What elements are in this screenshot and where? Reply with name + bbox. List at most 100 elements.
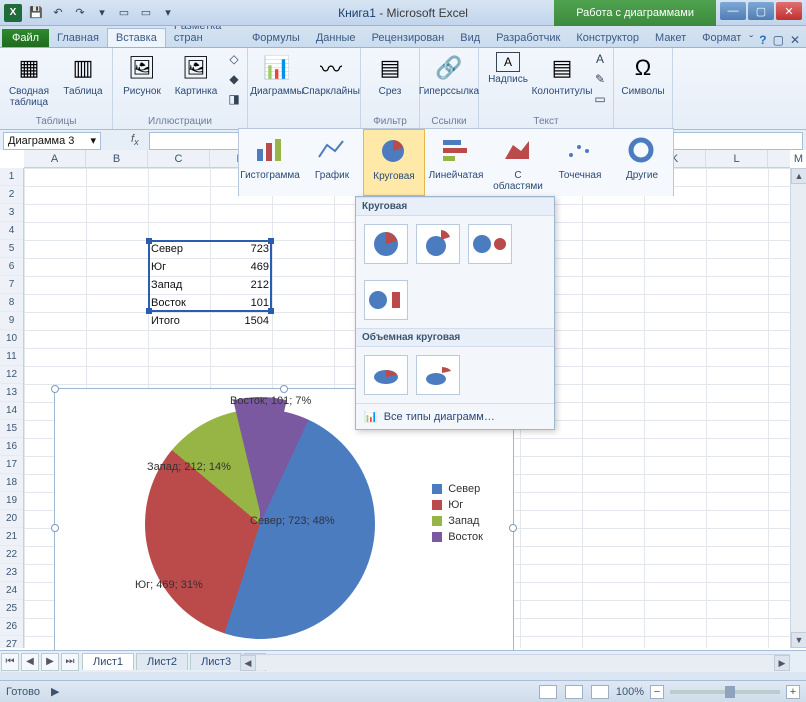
row-header-10[interactable]: 10: [0, 330, 23, 348]
bar-of-pie[interactable]: [364, 280, 408, 320]
tab-data[interactable]: Данные: [308, 29, 364, 47]
macro-record-icon[interactable]: ▶: [51, 686, 59, 698]
row-header-19[interactable]: 19: [0, 492, 23, 510]
shapes-icon[interactable]: ◇: [225, 50, 243, 68]
row-header-15[interactable]: 15: [0, 420, 23, 438]
view-normal-button[interactable]: [539, 685, 557, 699]
sheet-nav-last[interactable]: ⏭: [61, 653, 79, 671]
chart-handle[interactable]: [280, 385, 288, 393]
qat-btn-1[interactable]: ▭: [116, 5, 132, 21]
charttype-pie[interactable]: Круговая: [363, 129, 425, 196]
sheet-tab-3[interactable]: Лист3: [190, 653, 242, 670]
wordart-icon[interactable]: A: [591, 50, 609, 68]
sheet-nav-next[interactable]: ▶: [41, 653, 59, 671]
row-header-13[interactable]: 13: [0, 384, 23, 402]
pie-3d-1[interactable]: [364, 355, 408, 395]
fx-icon[interactable]: fx: [131, 133, 139, 147]
excel-icon[interactable]: X: [4, 4, 22, 22]
row-header-25[interactable]: 25: [0, 600, 23, 618]
view-pagelayout-button[interactable]: [565, 685, 583, 699]
pivot-table-button[interactable]: ▦ Сводная таблица: [4, 50, 54, 108]
row-header-2[interactable]: 2: [0, 186, 23, 204]
scroll-up-icon[interactable]: ▲: [791, 168, 806, 184]
pie-2d-exploded[interactable]: [416, 224, 460, 264]
charttype-bar[interactable]: Линейчатая: [425, 129, 487, 196]
pie-2d-1[interactable]: [364, 224, 408, 264]
row-header-22[interactable]: 22: [0, 546, 23, 564]
charttype-column[interactable]: Гистограмма: [239, 129, 301, 196]
row-header-26[interactable]: 26: [0, 618, 23, 636]
scroll-left-icon[interactable]: ◀: [240, 655, 256, 671]
row-header-14[interactable]: 14: [0, 402, 23, 420]
minimize-button[interactable]: —: [720, 2, 746, 20]
col-header-A[interactable]: A: [24, 150, 86, 167]
col-header-C[interactable]: C: [148, 150, 210, 167]
tab-insert[interactable]: Вставка: [107, 28, 166, 47]
minimize-ribbon-icon[interactable]: ˇ: [749, 33, 753, 47]
close-workbook-icon[interactable]: ✕: [790, 33, 800, 47]
row-header-24[interactable]: 24: [0, 582, 23, 600]
embedded-pie-chart[interactable]: Восток; 101; 7% Север; 723; 48% Юг; 469;…: [54, 388, 514, 668]
maximize-button[interactable]: ▢: [748, 2, 774, 20]
sparklines-button[interactable]: 〰 Спарклайны: [306, 50, 356, 97]
table-button[interactable]: ▥ Таблица: [58, 50, 108, 108]
slicer-button[interactable]: ▤ Срез: [365, 50, 415, 97]
chart-handle[interactable]: [51, 385, 59, 393]
vertical-scrollbar[interactable]: ▲ ▼: [790, 168, 806, 648]
charts-button[interactable]: 📊 Диаграммы: [252, 50, 302, 97]
tab-format[interactable]: Формат: [694, 29, 749, 47]
cell-C9[interactable]: Итого: [148, 312, 210, 330]
charttype-line[interactable]: График: [301, 129, 363, 196]
name-box[interactable]: Диаграмма 3 ▾: [3, 132, 101, 150]
clipart-button[interactable]: 🖼 Картинка: [171, 50, 221, 108]
smartart-icon[interactable]: ◆: [225, 70, 243, 88]
row-header-20[interactable]: 20: [0, 510, 23, 528]
sheet-tab-2[interactable]: Лист2: [136, 653, 188, 670]
row-header-12[interactable]: 12: [0, 366, 23, 384]
sheet-nav-first[interactable]: ⏮: [1, 653, 19, 671]
pie-3d-exploded[interactable]: [416, 355, 460, 395]
undo-icon[interactable]: ↶: [50, 5, 66, 21]
pie-of-pie[interactable]: [468, 224, 512, 264]
pie-slice-east-exploded[interactable]: [145, 397, 375, 627]
file-tab[interactable]: Файл: [2, 29, 49, 47]
row-header-7[interactable]: 7: [0, 276, 23, 294]
all-chart-types[interactable]: 📊 Все типы диаграмм…: [356, 403, 554, 429]
chart-tools-tab[interactable]: Работа с диаграммами: [554, 0, 716, 26]
charttype-area[interactable]: С областями: [487, 129, 549, 196]
view-pagebreak-button[interactable]: [591, 685, 609, 699]
horizontal-scrollbar[interactable]: ◀ ▶: [240, 654, 790, 670]
qat-btn-2[interactable]: ▭: [138, 5, 154, 21]
textbox-button[interactable]: A Надпись: [483, 50, 533, 108]
charttype-other[interactable]: Другие: [611, 129, 673, 196]
row-header-21[interactable]: 21: [0, 528, 23, 546]
col-header-B[interactable]: B: [86, 150, 148, 167]
zoom-in-button[interactable]: +: [786, 685, 800, 699]
row-header-1[interactable]: 1: [0, 168, 23, 186]
tab-developer[interactable]: Разработчик: [488, 29, 568, 47]
symbols-button[interactable]: Ω Символы: [618, 50, 668, 97]
col-header-M[interactable]: M: [768, 150, 806, 167]
screenshot-icon[interactable]: ◨: [225, 90, 243, 108]
row-header-8[interactable]: 8: [0, 294, 23, 312]
charttype-scatter[interactable]: Точечная: [549, 129, 611, 196]
scroll-right-icon[interactable]: ▶: [774, 655, 790, 671]
name-box-dropdown-icon[interactable]: ▾: [90, 134, 96, 147]
restore-workbook-icon[interactable]: ▢: [773, 33, 784, 47]
row-header-3[interactable]: 3: [0, 204, 23, 222]
signature-icon[interactable]: ✎: [591, 70, 609, 88]
picture-button[interactable]: 🖼 Рисунок: [117, 50, 167, 108]
row-header-5[interactable]: 5: [0, 240, 23, 258]
col-header-L[interactable]: L: [706, 150, 768, 167]
save-icon[interactable]: 💾: [28, 5, 44, 21]
chart-handle[interactable]: [509, 524, 517, 532]
sheet-nav-prev[interactable]: ◀: [21, 653, 39, 671]
tab-formulas[interactable]: Формулы: [244, 29, 308, 47]
sheet-tab-1[interactable]: Лист1: [82, 653, 134, 670]
cell-D9[interactable]: 1504: [210, 312, 272, 330]
row-header-4[interactable]: 4: [0, 222, 23, 240]
help-icon[interactable]: ?: [759, 33, 766, 47]
chart-legend[interactable]: Север Юг Запад Восток: [432, 479, 483, 547]
row-header-17[interactable]: 17: [0, 456, 23, 474]
chart-handle[interactable]: [51, 524, 59, 532]
